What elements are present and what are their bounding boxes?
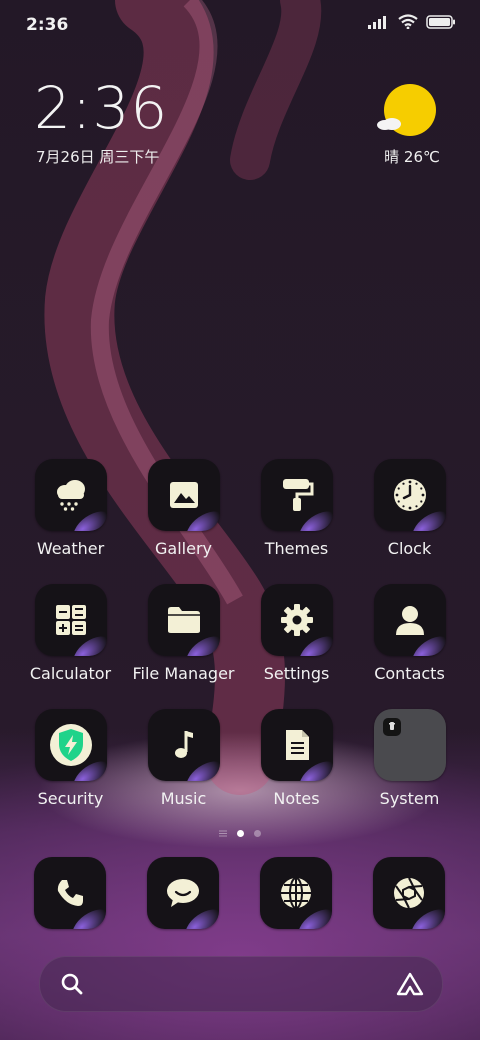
assistant-icon[interactable] bbox=[396, 972, 424, 996]
app-tile[interactable] bbox=[147, 709, 220, 781]
shield-bolt-icon bbox=[49, 724, 92, 766]
app-tile[interactable] bbox=[373, 584, 446, 656]
app-label: Themes bbox=[264, 539, 329, 558]
folder-tile[interactable] bbox=[373, 709, 446, 781]
app-tile[interactable] bbox=[260, 709, 333, 781]
app-tile[interactable] bbox=[147, 584, 220, 656]
battery-icon bbox=[426, 14, 455, 29]
app-label: Weather bbox=[36, 539, 105, 558]
app-label: Clock bbox=[387, 539, 432, 558]
app-label: System bbox=[379, 789, 440, 808]
calculator-icon bbox=[55, 605, 86, 635]
globe-icon bbox=[281, 877, 311, 909]
music-note-icon bbox=[174, 731, 193, 758]
dock-messages[interactable] bbox=[147, 857, 219, 929]
page-dot-active[interactable] bbox=[237, 830, 244, 837]
app-folder-system[interactable]: System bbox=[353, 709, 466, 819]
wifi-icon bbox=[398, 14, 418, 29]
person-icon bbox=[395, 606, 424, 635]
app-label: Contacts bbox=[374, 664, 445, 683]
clock-icon bbox=[393, 479, 426, 511]
dock-camera[interactable] bbox=[373, 857, 445, 929]
app-tile[interactable] bbox=[34, 584, 107, 656]
app-tile[interactable] bbox=[260, 584, 333, 656]
app-label: Calculator bbox=[29, 664, 112, 683]
signal-icon bbox=[368, 15, 386, 29]
app-tile[interactable] bbox=[260, 459, 333, 531]
app-label: File Manager bbox=[132, 664, 235, 683]
weather-snow-icon bbox=[56, 480, 85, 511]
status-icons bbox=[368, 14, 456, 29]
app-label: Settings bbox=[263, 664, 330, 683]
app-clock[interactable]: Clock bbox=[353, 459, 466, 569]
image-icon bbox=[169, 482, 198, 508]
app-contacts[interactable]: Contacts bbox=[353, 584, 466, 694]
app-label: Gallery bbox=[155, 539, 212, 558]
app-music[interactable]: Music bbox=[127, 709, 240, 819]
app-gallery[interactable]: Gallery bbox=[127, 459, 240, 569]
note-icon bbox=[285, 730, 309, 760]
clock-widget-time[interactable]: 2:36 bbox=[34, 74, 168, 142]
folder-group-icon bbox=[382, 718, 401, 736]
app-tile[interactable] bbox=[34, 459, 107, 531]
cloud-icon bbox=[377, 118, 401, 130]
app-security[interactable]: Security bbox=[14, 709, 127, 819]
folder-icon bbox=[167, 607, 200, 633]
status-bar: 2:36 bbox=[0, 0, 480, 50]
weather-text: 晴 26℃ bbox=[384, 148, 440, 166]
app-file-manager[interactable]: File Manager bbox=[127, 584, 240, 694]
app-weather[interactable]: Weather bbox=[14, 459, 127, 569]
camera-aperture-icon bbox=[394, 877, 424, 909]
app-label: Security bbox=[37, 789, 104, 808]
dock-browser[interactable] bbox=[260, 857, 332, 929]
app-notes[interactable]: Notes bbox=[240, 709, 353, 819]
home-screen: 2:36 2:36 7月26日 周三下午 晴 26℃ Weather Galle… bbox=[0, 0, 480, 1040]
search-bar[interactable] bbox=[39, 956, 443, 1012]
phone-icon bbox=[57, 880, 83, 906]
app-settings[interactable]: Settings bbox=[240, 584, 353, 694]
app-tile[interactable] bbox=[34, 709, 107, 781]
weather-widget[interactable]: 晴 26℃ bbox=[372, 82, 452, 172]
page-indicator[interactable] bbox=[0, 830, 480, 837]
app-tile[interactable] bbox=[147, 459, 220, 531]
paint-roller-icon bbox=[282, 479, 313, 511]
clock-widget-date: 7月26日 周三下午 bbox=[36, 148, 160, 166]
status-time: 2:36 bbox=[26, 15, 69, 35]
app-label: Music bbox=[160, 789, 207, 808]
dock-phone[interactable] bbox=[34, 857, 106, 929]
page-dot[interactable] bbox=[254, 830, 261, 837]
gear-icon bbox=[280, 604, 313, 636]
app-calculator[interactable]: Calculator bbox=[14, 584, 127, 694]
app-label: Notes bbox=[273, 789, 320, 808]
app-tile[interactable] bbox=[373, 459, 446, 531]
message-icon bbox=[167, 879, 199, 907]
app-themes[interactable]: Themes bbox=[240, 459, 353, 569]
app-drawer-lines-icon bbox=[219, 830, 227, 837]
search-icon bbox=[61, 973, 83, 995]
